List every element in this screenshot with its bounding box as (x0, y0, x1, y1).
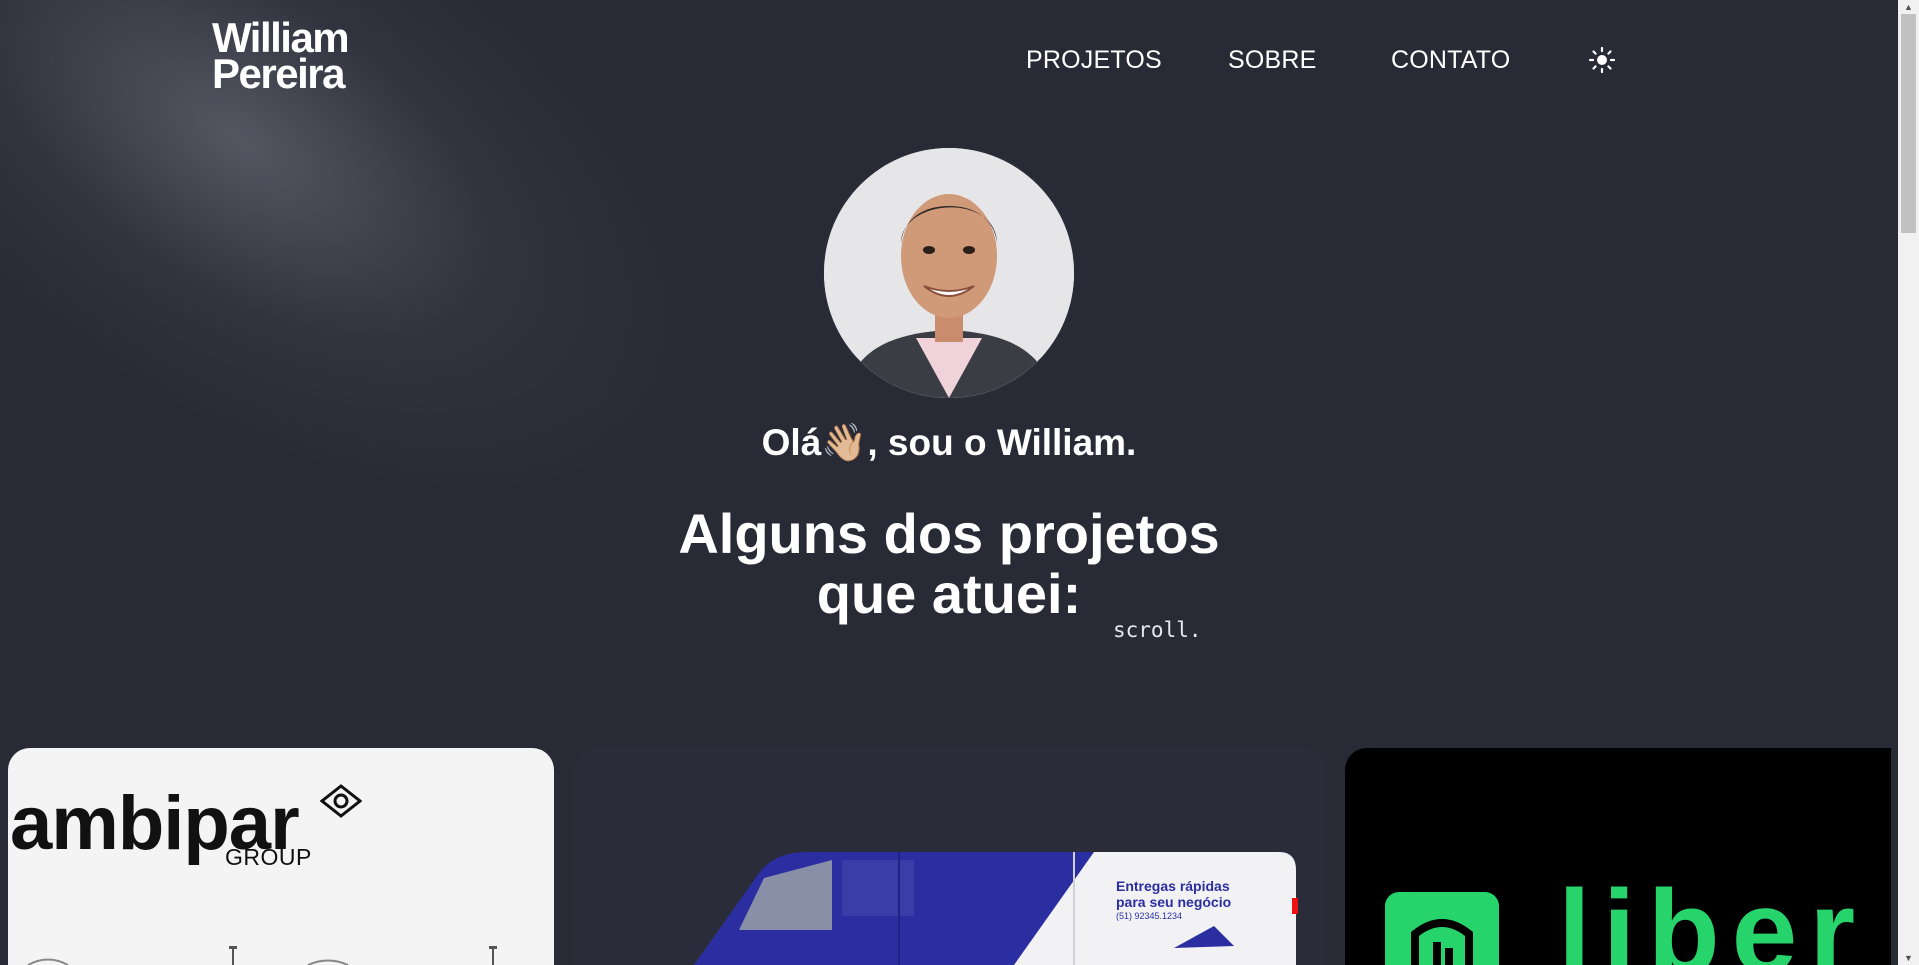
headline-line-1: Alguns dos projetos (678, 502, 1220, 565)
ambipar-background-scene (27, 946, 497, 965)
project-card-liber[interactable]: liber (1345, 748, 1891, 965)
greeting: Olá👋🏼, sou o William. (0, 422, 1898, 465)
van-tagline-bold: rápidas (1179, 878, 1230, 894)
van-tagline-line-2: para seu negócio (1116, 894, 1232, 910)
project-card-ambipar[interactable]: ambipar GROUP (8, 748, 554, 965)
page-title: Alguns dos projetos que atuei: (0, 504, 1898, 624)
ambipar-group-text: GROUP (225, 844, 312, 870)
nav-link-contato[interactable]: CONTATO (1391, 46, 1510, 75)
waving-hand-icon: 👋🏼 (821, 422, 868, 463)
nav-link-projetos[interactable]: PROJETOS (1026, 46, 1162, 75)
scroll-down-arrow-icon[interactable]: ▼ (1898, 951, 1919, 965)
liber-logo-mark (1385, 892, 1499, 965)
van-phone: (51) 92345.1234 (1116, 911, 1183, 921)
headline-line-2: que atuei: (816, 562, 1082, 625)
greeting-text-start: Olá (761, 422, 822, 463)
van-tagline: Entregas rápidas para seu negócio (1116, 878, 1231, 910)
page-scrollbar[interactable]: ▲ ▼ (1898, 0, 1919, 965)
ambipar-logo-mark (320, 784, 362, 818)
profile-portrait (824, 148, 1074, 398)
scroll-up-arrow-icon[interactable]: ▲ (1898, 0, 1919, 14)
project-card-delivery-van[interactable]: Entregas rápidas para seu negócio (51) 9… (574, 748, 1326, 965)
nav-link-sobre[interactable]: SOBRE (1228, 46, 1317, 75)
scrollbar-thumb[interactable] (1901, 14, 1916, 233)
greeting-text-end: , sou o William. (867, 422, 1137, 463)
logo-line-2: Pereira (212, 50, 345, 97)
theme-toggle-button[interactable] (1588, 46, 1616, 74)
site-logo[interactable]: William Pereira (212, 17, 350, 97)
sun-icon (1588, 46, 1616, 74)
profile-photo (824, 148, 1074, 398)
scroll-hint: scroll. (1113, 618, 1202, 642)
delivery-van-image (694, 852, 1298, 965)
liber-logo-text: liber (1558, 866, 1868, 965)
van-tagline-normal: Entregas (1116, 878, 1180, 894)
